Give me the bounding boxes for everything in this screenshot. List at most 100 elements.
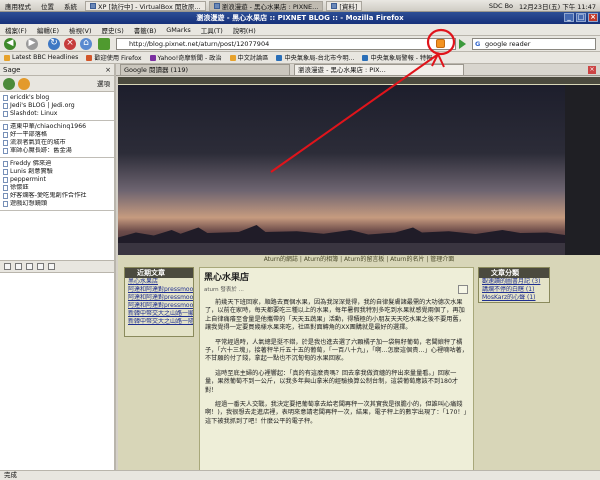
skyline-silhouette [118,225,565,245]
panel-menu-system[interactable]: 系統 [59,1,82,11]
search-engine-icon[interactable]: G [475,39,480,49]
menu-bookmarks[interactable]: 書籤(B) [129,25,162,35]
feed-item[interactable]: 軍師心魔長跡：舊金湯 [0,147,114,155]
feed-icon [3,185,8,191]
feed-label: Freddy 佛來迪 [10,160,52,167]
feed-item[interactable]: 好客爛客-愛吃鬼創作合作社 [0,192,114,200]
category-link[interactable]: 觀速讀的圖書月記 (3) [479,278,549,286]
bookmark-forum[interactable]: 中文討論區 [226,53,273,62]
bookmark-weather-warning[interactable]: 中央氣象局警報 - 特報 [358,53,436,62]
minimize-button[interactable]: _ [564,13,574,22]
feed-item[interactable]: 流浪者氣質在的城市 [0,139,114,147]
view-icon[interactable] [37,263,44,270]
rss-feed-icon[interactable] [436,39,445,48]
forward-arrow-icon[interactable]: ▶ [26,38,38,50]
feed-label: 軍師心魔長跡：舊金湯 [10,147,72,154]
view-icon[interactable] [48,263,55,270]
feed-item[interactable]: peppermint [0,176,114,184]
feed-group: Freddy 佛來迪 Lunis 創意實驗 peppermint 徐懷鈺 好客爛… [0,158,114,211]
menubar: 檔案(F) 編輯(E) 檢視(V) 歷史(S) 書籤(B) GMarks 工具(… [0,24,600,36]
close-tab-icon[interactable]: × [588,66,596,74]
bookmark-yahoo[interactable]: Yahoo!奇摩新聞 - 政治 [146,53,226,62]
refresh-feeds-icon[interactable] [3,78,15,90]
taskbar-item-virtualbox[interactable]: XP [執行中] - VirtualBox 開放原... [85,0,206,11]
taskbar-item-label: XP [執行中] - VirtualBox 開放原... [98,2,201,11]
feed-label: peppermint [10,176,46,183]
feed-item[interactable]: Slashdot: Linux [0,110,114,118]
input-method-indicator[interactable]: SDC Bo [489,2,513,10]
view-icon[interactable] [26,263,33,270]
recent-post-link[interactable]: 新韓中幣交大之山路一隨園 [125,318,193,326]
menu-help[interactable]: 說明(H) [228,25,261,35]
back-arrow-icon[interactable]: ◀ [4,38,16,50]
search-input[interactable]: google reader [485,40,530,48]
taskbar-item-folder[interactable]: [資料] [326,0,363,11]
feed-label: Lunis 創意實驗 [10,168,53,175]
menu-edit[interactable]: 編輯(E) [32,25,64,35]
recent-post-link[interactable]: 阿達和阿達對pressmoo - 落葉 [125,286,193,294]
menu-view[interactable]: 檢視(V) [64,25,97,35]
recent-post-link[interactable]: 阿達和阿達對pressmoo - Discovery [125,302,193,310]
close-window-button[interactable]: × [588,13,598,22]
blog-post: 黑心水果店 aturn 發表於 ... 前幾天下班回家，順路去買個水果，因為我深… [199,267,474,470]
tab-blog[interactable]: 瀏浪漫遊 - 黑心水果店 : PIX... [294,64,464,75]
feed-item[interactable]: Lunis 創意實驗 [0,168,114,176]
bookmark-bbc[interactable]: Latest BBC Headlines [0,54,82,61]
tab-label: Google 閱讀器 (119) [124,66,189,74]
weather-icon [276,54,283,61]
window-titlebar: 瀏浪漫遊 - 黑心水果店 :: PIXNET BLOG :: - Mozilla… [0,12,600,24]
feed-icon [3,169,8,175]
maximize-button[interactable]: □ [576,13,586,22]
bookmarks-toolbar: Latest BBC Headlines 歡迎使用 Firefox Yahoo!… [0,52,600,64]
close-icon[interactable]: × [105,64,111,76]
feed-item[interactable]: ericdk's blog [0,94,114,102]
bookmarks-icon[interactable] [18,78,30,90]
banner-side-panel [565,85,600,255]
taskbar-item-firefox[interactable]: 瀏浪漫遊 - 黑心水果店 : PIXNE... [208,0,324,11]
menu-file[interactable]: 檔案(F) [0,25,32,35]
menu-gmarks[interactable]: GMarks [161,26,195,34]
feed-label: 流浪者氣質在的城市 [10,139,66,146]
recent-post-link[interactable]: 黑心水果店 [125,278,193,286]
bookmark-weather-taipei[interactable]: 中央氣象局-台北市今明... [272,53,358,62]
blog-nav-links[interactable]: Aturn的網誌 | Aturn的相簿 | Aturn的留言板 | Aturn的… [118,255,600,264]
view-icon[interactable] [4,263,11,270]
recent-post-link[interactable]: 新韓中幣交大之山路一顯晴 [125,310,193,318]
feed-icon [3,201,8,207]
go-arrow-icon[interactable] [459,39,466,49]
navigation-toolbar: ◀ ▶ ↻ × ⌂ http://blog.pixnet.net/aturn/p… [0,36,600,52]
feed-item[interactable]: Jedi's BLOG | Jedi.org [0,102,114,110]
stop-icon[interactable]: × [64,38,76,50]
tab-google-reader[interactable]: Google 閱讀器 (119) [120,64,290,75]
panel-menu-places[interactable]: 位置 [36,1,59,11]
category-link[interactable]: 講爛不停的白瞎 (1) [479,286,549,294]
feed-item[interactable]: 遠東中華/chiaochinq1966 [0,123,114,131]
post-paragraph: 平常經過時，人氣總是挺不錯，於是我也進去選了六顆橘子加一袋無籽葡萄，老闆娘秤了橘… [205,338,468,363]
clock[interactable]: 12月23日(五) 下午 11:47 [519,1,596,11]
menu-tools[interactable]: 工具(T) [196,25,228,35]
window-title: 瀏浪漫遊 - 黑心水果店 :: PIXNET BLOG :: - Mozilla… [196,14,404,22]
recent-post-link[interactable]: 阿達和阿達對pressmoo - 第二篇 [125,294,193,302]
feed-label: Jedi's BLOG | Jedi.org [10,102,75,109]
feed-item[interactable]: 遊戲幻想鏡頭 [0,200,114,208]
search-box[interactable]: G google reader [472,38,596,50]
tab-label: 瀏浪漫遊 - 黑心水果店 : PIX... [298,66,386,74]
url-bar[interactable]: http://blog.pixnet.net/aturn/post/120779… [116,38,456,50]
feed-item-pane[interactable] [0,260,114,470]
feed-item[interactable]: Freddy 佛來迪 [0,160,114,168]
view-icon[interactable] [15,263,22,270]
category-link[interactable]: MosKarz的心聲 (1) [479,294,549,302]
feed-item[interactable]: 好一平部落格 [0,131,114,139]
options-menu[interactable]: 選項 [97,76,110,92]
reload-icon[interactable]: ↻ [48,38,60,50]
bookmark-firefox[interactable]: 歡迎使用 Firefox [82,53,145,62]
gmarks-icon[interactable] [98,38,110,50]
menu-history[interactable]: 歷史(S) [97,25,129,35]
feed-label: 好客爛客-愛吃鬼創作合作社 [10,192,87,199]
sidebar-title: Sage [3,66,21,74]
sidebar-header: Sage × [0,64,114,76]
panel-menu-applications[interactable]: 應用程式 [0,1,36,11]
home-icon[interactable]: ⌂ [80,38,92,50]
feed-item[interactable]: 徐懷鈺 [0,184,114,192]
feed-icon [3,177,8,183]
